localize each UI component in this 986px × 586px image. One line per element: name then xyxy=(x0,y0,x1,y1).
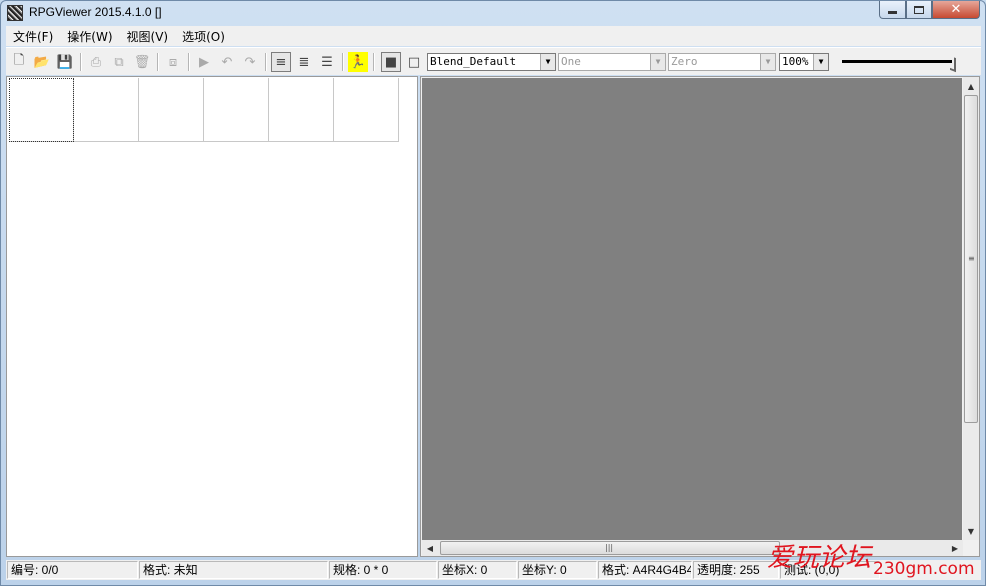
window-title: RPGViewer 2015.4.1.0 [] xyxy=(29,5,162,19)
undo-icon[interactable]: ↶ xyxy=(217,52,237,72)
toolbar-separator xyxy=(373,53,375,71)
fill-background-icon[interactable]: ■ xyxy=(381,52,401,72)
zoom-slider-track[interactable] xyxy=(842,60,952,63)
grip-icon: ||| xyxy=(605,543,614,552)
menu-view[interactable]: 视图(V) xyxy=(120,28,176,45)
source-blend-select[interactable]: One ▼ xyxy=(558,53,666,71)
frame-grid xyxy=(9,78,399,142)
horizontal-scrollbar[interactable]: ◀ ||| ▶ xyxy=(422,540,963,556)
chevron-down-icon: ▼ xyxy=(540,54,555,70)
horizontal-scroll-thumb[interactable]: ||| xyxy=(440,541,780,555)
vertical-scrollbar[interactable]: ▲ ≡ ▼ xyxy=(963,77,979,540)
close-button[interactable]: ✕ xyxy=(932,1,980,19)
delete-icon[interactable]: 🗑 xyxy=(132,52,152,72)
preview-canvas[interactable] xyxy=(422,78,962,540)
copy-icon[interactable]: ⧉ xyxy=(109,52,129,72)
frame-cell[interactable] xyxy=(204,78,269,142)
scroll-up-icon[interactable]: ▲ xyxy=(963,78,979,94)
status-coord-x: 坐标X: 0 xyxy=(438,561,517,579)
maximize-icon xyxy=(914,5,924,14)
redo-icon[interactable]: ↷ xyxy=(240,52,260,72)
main-window: RPGViewer 2015.4.1.0 [] ✕ 文件(F) 操作(W) 视图… xyxy=(0,0,986,586)
toolbar-separator xyxy=(188,53,190,71)
toolbar-separator xyxy=(80,53,82,71)
app-icon[interactable] xyxy=(7,5,23,21)
dest-blend-select[interactable]: Zero ▼ xyxy=(668,53,776,71)
scroll-left-icon[interactable]: ◀ xyxy=(422,540,438,556)
menu-bar: 文件(F) 操作(W) 视图(V) 选项(O) xyxy=(6,26,981,46)
zoom-slider-thumb[interactable] xyxy=(950,55,956,73)
frame-cell[interactable] xyxy=(74,78,139,142)
open-folder-icon[interactable]: 📂 xyxy=(32,52,52,72)
status-format: 格式: 未知 xyxy=(139,561,328,579)
scroll-right-icon[interactable]: ▶ xyxy=(947,540,963,556)
chevron-down-icon: ▼ xyxy=(760,54,775,70)
frame-cell[interactable] xyxy=(9,78,74,142)
frame-icon[interactable]: □ xyxy=(404,52,424,72)
vertical-scroll-thumb[interactable]: ≡ xyxy=(964,95,978,423)
runner-icon[interactable]: 🏃 xyxy=(348,52,368,72)
title-bar[interactable]: RPGViewer 2015.4.1.0 [] ✕ xyxy=(1,1,985,23)
toolbar-separator xyxy=(157,53,159,71)
frame-cell[interactable] xyxy=(334,78,399,142)
toolbar-separator xyxy=(265,53,267,71)
status-size: 规格: 0 * 0 xyxy=(329,561,437,579)
chevron-down-icon: ▼ xyxy=(650,54,665,70)
frame-cell[interactable] xyxy=(269,78,334,142)
maximize-button[interactable] xyxy=(906,1,932,19)
watermark-logo: 爱玩论坛 xyxy=(767,543,872,573)
frame-cell[interactable] xyxy=(139,78,204,142)
grip-icon: ≡ xyxy=(968,254,975,263)
print-icon[interactable]: ⎙ xyxy=(86,52,106,72)
menu-file[interactable]: 文件(F) xyxy=(6,28,60,45)
minimize-button[interactable] xyxy=(879,1,906,19)
save-icon[interactable]: 💾 xyxy=(55,52,75,72)
source-blend-value: One xyxy=(561,55,581,68)
minimize-icon xyxy=(888,11,897,14)
frame-list-pane[interactable] xyxy=(6,76,418,557)
menu-operate[interactable]: 操作(W) xyxy=(60,28,119,45)
align-center-icon[interactable]: ≣ xyxy=(294,52,314,72)
preview-pane: ▲ ≡ ▼ ◀ ||| ▶ xyxy=(420,76,980,557)
new-file-icon[interactable]: 🗋 xyxy=(9,52,29,72)
play-icon[interactable]: ▶ xyxy=(194,52,214,72)
blend-mode-select[interactable]: Blend_Default ▼ xyxy=(427,53,556,71)
list-view-icon[interactable]: ☰ xyxy=(317,52,337,72)
status-coord-y: 坐标Y: 0 xyxy=(518,561,597,579)
chevron-down-icon: ▼ xyxy=(813,54,828,70)
close-icon: ✕ xyxy=(950,2,962,17)
menu-options[interactable]: 选项(O) xyxy=(175,28,232,45)
blend-mode-value: Blend_Default xyxy=(430,55,517,68)
scroll-down-icon[interactable]: ▼ xyxy=(963,523,979,539)
zoom-value: 100% xyxy=(782,55,809,68)
align-left-icon[interactable]: ≡ xyxy=(271,52,291,72)
status-pixel-format: 格式: A4R4G4B4 xyxy=(598,561,692,579)
zoom-select[interactable]: 100% ▼ xyxy=(779,53,829,71)
toolbar: 🗋 📂 💾 ⎙ ⧉ 🗑 ⧈ ▶ ↶ ↷ ≡ ≣ ☰ 🏃 ■ □ Blend_De… xyxy=(6,47,981,75)
toolbar-separator xyxy=(342,53,344,71)
layers-icon[interactable]: ⧈ xyxy=(163,52,183,72)
watermark-url: 230gm.com xyxy=(873,559,975,579)
status-index: 编号: 0/0 xyxy=(7,561,138,579)
dest-blend-value: Zero xyxy=(671,55,698,68)
